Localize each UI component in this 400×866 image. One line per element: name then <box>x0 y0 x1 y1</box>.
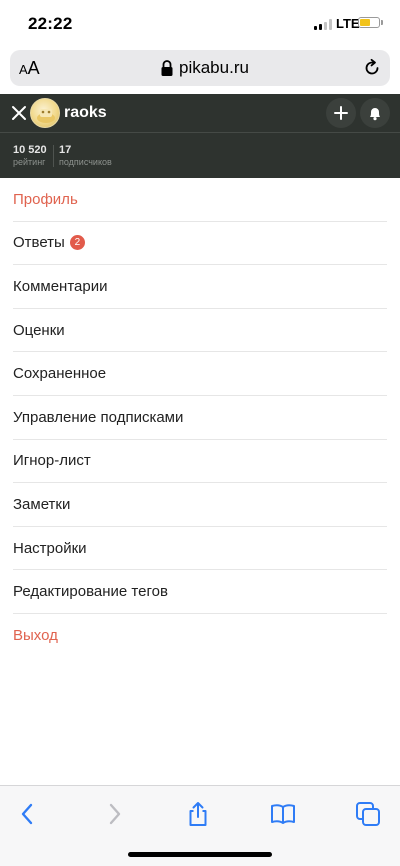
menu-item-subscriptions[interactable]: Управление подписками <box>13 396 387 440</box>
tabs-icon[interactable] <box>354 800 382 828</box>
menu-item-label: Профиль <box>13 190 78 208</box>
close-icon[interactable] <box>9 103 29 123</box>
lock-icon <box>161 60 173 76</box>
menu-item-profile[interactable]: Профиль <box>13 178 387 222</box>
rating-label: рейтинг <box>13 157 46 167</box>
status-time: 22:22 <box>28 14 73 33</box>
back-arrow-icon[interactable] <box>14 800 42 828</box>
profile-menu: Профиль Ответы 2 Комментарии Оценки Сохр… <box>0 178 400 658</box>
subscribers-value: 17 <box>59 144 72 156</box>
notifications-button[interactable] <box>360 98 390 128</box>
menu-item-comments[interactable]: Комментарии <box>13 265 387 309</box>
menu-item-label: Ответы <box>13 234 65 252</box>
stats-divider <box>53 145 54 167</box>
avatar-image <box>37 109 55 123</box>
menu-item-label: Настройки <box>13 539 87 557</box>
avatar[interactable] <box>30 98 60 128</box>
address-bar[interactable]: AA pikabu.ru <box>10 50 390 86</box>
menu-item-edit-tags[interactable]: Редактирование тегов <box>13 570 387 614</box>
url-display[interactable]: pikabu.ru <box>160 58 249 78</box>
rating-value: 10 520 <box>13 144 47 156</box>
menu-item-settings[interactable]: Настройки <box>13 527 387 571</box>
forward-arrow-icon[interactable] <box>100 800 128 828</box>
bell-icon <box>370 108 380 121</box>
status-bar: 22:22 LTE <box>0 0 400 48</box>
share-icon[interactable] <box>184 800 212 828</box>
menu-item-ignore-list[interactable]: Игнор-лист <box>13 440 387 484</box>
menu-item-label: Выход <box>13 627 58 645</box>
menu-item-label: Редактирование тегов <box>13 583 168 601</box>
plus-icon <box>334 106 348 120</box>
replies-count-badge: 2 <box>69 235 85 251</box>
menu-item-label: Заметки <box>13 495 71 513</box>
profile-header: raoks <box>0 94 400 132</box>
menu-item-label: Оценки <box>13 321 65 339</box>
home-indicator <box>128 852 272 857</box>
battery-icon <box>358 17 380 28</box>
profile-stats: 10 520 рейтинг 17 подписчиков <box>0 132 400 178</box>
menu-item-replies[interactable]: Ответы 2 <box>13 222 387 266</box>
rating-stat: 10 520 рейтинг <box>13 144 47 168</box>
bookmarks-icon[interactable] <box>269 800 297 828</box>
url-text: pikabu.ru <box>179 58 249 77</box>
menu-item-saved[interactable]: Сохраненное <box>13 352 387 396</box>
text-size-button[interactable]: AA <box>19 58 40 79</box>
menu-item-label: Сохраненное <box>13 365 107 383</box>
subscribers-label: подписчиков <box>59 157 112 167</box>
menu-item-label: Управление подписками <box>13 408 184 426</box>
menu-item-ratings[interactable]: Оценки <box>13 309 387 353</box>
network-type: LTE <box>336 16 360 31</box>
username[interactable]: raoks <box>64 104 107 122</box>
menu-item-label: Комментарии <box>13 277 108 295</box>
add-post-button[interactable] <box>326 98 356 128</box>
menu-item-notes[interactable]: Заметки <box>13 483 387 527</box>
text-size-small-a: A <box>19 62 28 77</box>
menu-item-logout[interactable]: Выход <box>13 614 387 658</box>
battery-cap <box>381 20 383 25</box>
menu-item-label: Игнор-лист <box>13 452 91 470</box>
subscribers-stat: 17 подписчиков <box>59 144 112 168</box>
screen: 22:22 LTE AA pikabu.ru raoks 10 520 рейт… <box>0 0 400 866</box>
reload-icon[interactable] <box>362 58 382 78</box>
battery-level <box>360 19 371 26</box>
cellular-signal-icon <box>314 18 334 30</box>
text-size-large-a: A <box>27 58 40 78</box>
